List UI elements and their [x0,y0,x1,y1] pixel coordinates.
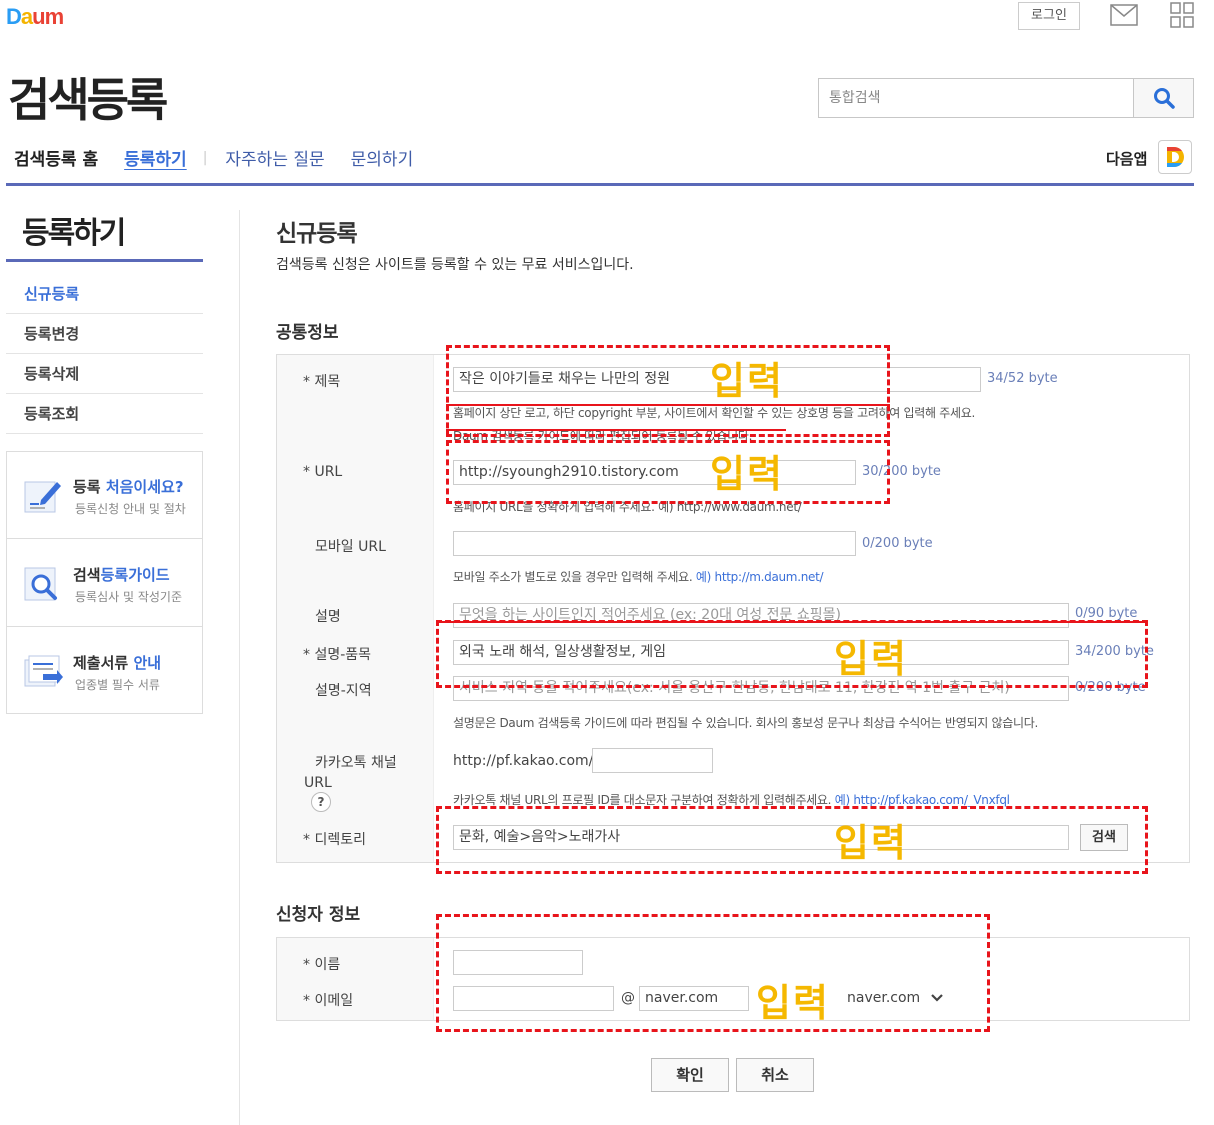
help-question-icon[interactable]: ? [311,792,331,812]
sidebar-item-change[interactable]: 등록변경 [6,314,203,354]
mobile-url-byte-count: 0/200 byte [862,536,933,551]
kakao-channel-input[interactable] [592,748,713,773]
annotation-box-directory [436,806,1148,874]
guide-first-title-accent: 처음이세요? [105,478,184,496]
login-button[interactable]: 로그인 [1018,2,1080,30]
column-divider [239,210,240,1125]
kakao-label-1: 카카오톡 채널 [315,755,397,771]
section-common-title: 공통정보 [276,323,339,343]
annotation-strike [446,429,786,431]
daum-logo[interactable]: Daum [6,4,64,30]
title-byte-count: 34/52 byte [987,371,1058,386]
sidebar-title: 등록하기 [22,216,126,251]
sidebar-item-new[interactable]: 신규등록 [6,274,203,314]
annotation-input-text: 입력 [710,452,784,496]
nav-divider: | [202,149,208,166]
main-nav: 검색등록 홈 등록하기 | 자주하는 질문 문의하기 [14,145,439,171]
guide-doc-sub: 업종별 필수 서류 [75,678,160,692]
annotation-strike [436,621,1148,623]
annotation-input-text: 입력 [756,981,830,1025]
sidebar-item-lookup[interactable]: 등록조회 [6,394,203,434]
mail-icon[interactable] [1110,4,1138,26]
desc-label: 설명 [315,609,341,625]
guide-reg-title-accent: 등록가이드 [100,566,170,584]
mobile-url-label: 모바일 URL [315,539,386,555]
mobile-help-text: 모바일 주소가 별도로 있을 경우만 입력해 주세요. [453,570,693,584]
daum-app-icon[interactable] [1158,140,1192,174]
annotation-input-text: 입력 [710,359,784,403]
guide-registration[interactable]: 검색등록가이드 등록심사 및 작성기준 [7,540,202,627]
cancel-button[interactable]: 취소 [736,1058,814,1092]
daum-app-label[interactable]: 다음앱 [1106,148,1147,169]
guide-doc-title: 제출서류 [73,654,134,672]
kakao-label-2: URL [304,775,332,791]
url-label: * URL [303,464,343,480]
annotation-strike [446,404,890,406]
search-icon [1153,88,1175,109]
page-title: 검색등록 [8,73,168,127]
main-title: 신규등록 [276,221,358,247]
confirm-button[interactable]: 확인 [651,1058,729,1092]
guide-first-time[interactable]: 등록 처음이세요? 등록신청 안내 및 절차 [7,452,202,539]
document-stack-icon [21,650,65,694]
annotation-box-url [446,440,890,504]
item-label: * 설명-품목 [303,647,372,663]
region-label: 설명-지역 [315,683,372,699]
annotation-box-item [436,620,1148,688]
annotation-box-applicant [436,914,990,1032]
sidebar-guide-boxes: 등록 처음이세요? 등록신청 안내 및 절차 검색등록가이드 등록심사 및 작성… [6,451,203,714]
guide-doc-title-accent: 안내 [133,654,162,672]
annotation-input-text: 입력 [834,821,908,865]
search-box [818,78,1194,118]
annotation-input-text: 입력 [834,637,908,681]
main-description: 검색등록 신청은 사이트를 등록할 수 있는 무료 서비스입니다. [276,257,634,273]
desc-byte-count: 0/90 byte [1075,606,1138,621]
guide-first-title: 등록 [73,478,106,496]
kakao-help-link[interactable]: 예) http://pf.kakao.com/_Vnxfql [835,793,1010,807]
mobile-help-link[interactable]: 예) http://m.daum.net/ [696,570,824,584]
guide-reg-sub: 등록심사 및 작성기준 [75,590,182,604]
email-label: * 이메일 [303,993,354,1009]
desc-note: 설명문은 Daum 검색등록 가이드에 따라 편집될 수 있습니다. 회사의 홍… [453,716,1038,730]
guide-documents[interactable]: 제출서류 안내 업종별 필수 서류 [7,628,202,715]
section-applicant-title: 신청자 정보 [276,905,361,925]
nav-home[interactable]: 검색등록 홈 [14,145,98,170]
nav-inquiry[interactable]: 문의하기 [351,145,414,170]
sidebar-item-delete[interactable]: 등록삭제 [6,354,203,394]
label-column [277,355,434,862]
apps-grid-icon[interactable] [1170,2,1194,28]
directory-label: * 디렉토리 [303,832,366,848]
guide-first-sub: 등록신청 안내 및 절차 [75,502,186,516]
search-input[interactable] [819,79,1133,117]
kakao-prefix: http://pf.kakao.com/ [453,753,594,769]
header-divider [6,183,1194,186]
kakao-help-text: 카카오톡 채널 URL의 프로필 ID를 대소문자 구분하여 정확하게 입력해주… [453,793,832,807]
annotation-box-title [446,345,890,437]
nav-faq[interactable]: 자주하는 질문 [225,145,324,170]
mobile-url-input[interactable] [453,531,856,556]
nav-register[interactable]: 등록하기 [124,145,187,170]
pencil-document-icon [21,474,65,518]
title-label: * 제목 [303,374,341,390]
magnifier-document-icon [21,562,65,606]
guide-reg-title: 검색 [73,566,101,584]
label-column [277,938,434,1020]
sidebar-divider [6,259,203,262]
name-label: * 이름 [303,957,341,973]
search-button[interactable] [1133,79,1193,117]
mobile-url-help: 모바일 주소가 별도로 있을 경우만 입력해 주세요. 예) http://m.… [453,568,824,585]
